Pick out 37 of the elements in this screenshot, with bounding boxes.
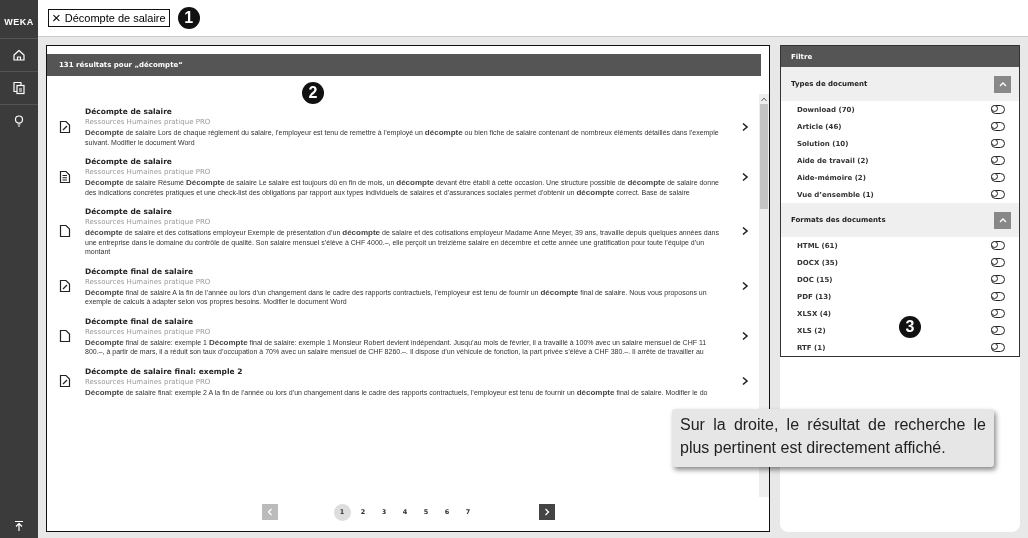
edit-document-icon [59,374,71,389]
chevron-right-icon[interactable] [741,376,749,387]
chevron-up-icon[interactable] [998,217,1007,223]
collapse-button[interactable] [994,211,1011,229]
callout-number: 3 [899,316,921,338]
edit-document-icon [59,279,71,293]
next-page-button[interactable] [538,504,555,520]
result-item[interactable] [59,106,749,147]
chevron-right-icon[interactable] [741,171,749,182]
chevron-right-icon[interactable] [741,281,749,291]
text-document-icon [59,169,71,184]
result-item[interactable] [59,365,749,397]
scroll-up-icon[interactable] [761,96,767,102]
chevron-up-icon[interactable] [998,81,1007,87]
callout-number: 1 [177,7,200,29]
search-tag-label: Décompte de salaire [64,12,166,24]
tooltip: Sur la droite, le résultat de recherche le plus pertinent est directement affiché. [672,409,994,467]
callout-number: 2 [302,82,324,104]
result-item[interactable] [59,156,749,197]
document-icon [59,224,71,239]
remove-icon[interactable]: × [52,11,61,25]
scroll-thumb[interactable] [760,104,768,209]
edit-document-icon [59,119,71,134]
documents-icon[interactable] [12,81,26,95]
logo: WEKA [4,16,34,29]
scroll-to-top-icon[interactable] [13,520,25,532]
chevron-right-icon[interactable] [741,331,749,341]
chevron-right-icon[interactable] [741,121,749,132]
result-item[interactable] [59,206,749,257]
result-item[interactable] [59,315,749,357]
collapse-button[interactable] [994,75,1011,93]
home-icon[interactable] [12,48,26,62]
result-item[interactable] [59,265,749,307]
chevron-right-icon[interactable] [741,226,749,237]
lightbulb-icon[interactable] [12,114,26,128]
document-icon [59,329,71,343]
search-tag[interactable]: × Décompte de salaire [48,9,170,27]
